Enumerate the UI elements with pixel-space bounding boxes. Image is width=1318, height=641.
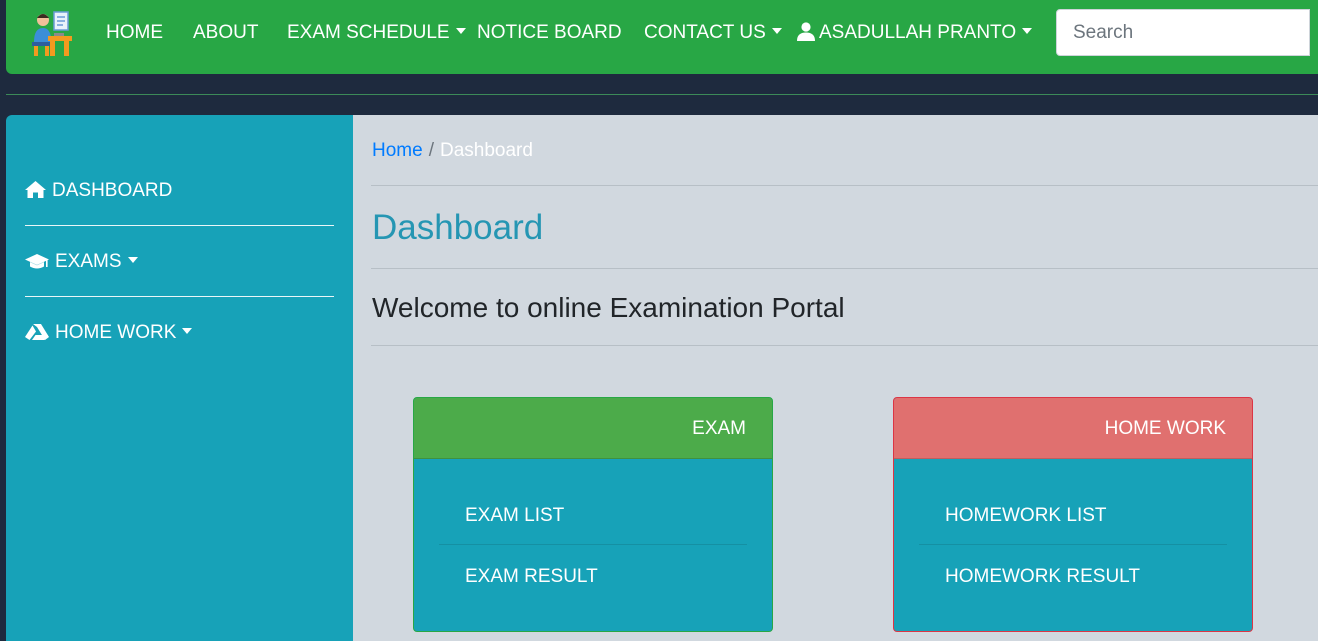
divider [371,345,1318,346]
main-content: Home / Dashboard Dashboard Welcome to onli… [353,115,1318,641]
exam-list-link[interactable]: EXAM LIST [465,505,564,527]
nav-about-label: ABOUT [193,22,259,43]
nav-exam-schedule-label: EXAM SCHEDULE [287,22,450,43]
caret-down-icon [182,328,193,334]
homework-card: HOME WORK HOMEWORK LIST HOMEWORK RESULT [893,397,1253,632]
nav-notice-board[interactable]: NOTICE BOARD [477,22,622,44]
user-icon [797,22,815,41]
homework-list-link[interactable]: HOMEWORK LIST [945,505,1107,527]
sidebar-item-label: DASHBOARD [52,180,173,201]
nav-user-menu[interactable]: ASADULLAH PRANTO [797,22,1033,44]
divider [371,185,1318,186]
breadcrumb-separator: / [428,140,434,161]
user-name: ASADULLAH PRANTO [819,22,1017,43]
nav-contact-us[interactable]: CONTACT US [644,22,782,44]
exam-card-header: EXAM [414,398,772,459]
breadcrumb: Home / Dashboard [372,140,533,162]
page-title: Dashboard [372,208,544,247]
breadcrumb-current: Dashboard [439,140,533,161]
breadcrumb-home-link[interactable]: Home [372,140,423,161]
home-icon [25,181,46,198]
homework-card-header: HOME WORK [894,398,1252,459]
graduation-cap-icon [25,254,49,269]
caret-down-icon [771,28,782,34]
card-divider [439,544,747,545]
sidebar-divider [25,225,334,226]
card-divider [919,544,1227,545]
nav-about[interactable]: ABOUT [193,22,258,44]
homework-result-link[interactable]: HOMEWORK RESULT [945,566,1140,588]
divider [371,268,1318,269]
caret-down-icon [127,257,138,263]
sidebar-divider [25,296,334,297]
drive-icon [25,324,49,340]
top-navbar: HOME ABOUT EXAM SCHEDULE NOTICE BOARD CO… [6,0,1318,74]
sidebar-item-label: EXAMS [55,251,122,272]
nav-home-label: HOME [106,22,163,43]
welcome-heading: Welcome to online Examination Portal [372,292,845,323]
sidebar-item-dashboard[interactable]: DASHBOARD [24,180,172,202]
sidebar-item-exams[interactable]: EXAMS [24,251,138,273]
exam-result-link[interactable]: EXAM RESULT [465,566,598,588]
caret-down-icon [455,28,466,34]
logo-icon[interactable] [28,8,74,58]
nav-contact-us-label: CONTACT US [644,22,766,43]
divider-line [6,94,1318,95]
nav-notice-board-label: NOTICE BOARD [477,22,622,43]
search-input[interactable] [1056,9,1310,56]
exam-card: EXAM EXAM LIST EXAM RESULT [413,397,773,632]
sidebar-item-home-work[interactable]: HOME WORK [24,322,193,344]
sidebar-item-label: HOME WORK [55,322,177,343]
sidebar: DASHBOARD EXAMS HOME WORK [6,115,353,641]
nav-home[interactable]: HOME [106,22,163,44]
nav-exam-schedule[interactable]: EXAM SCHEDULE [287,22,466,44]
caret-down-icon [1022,28,1033,34]
